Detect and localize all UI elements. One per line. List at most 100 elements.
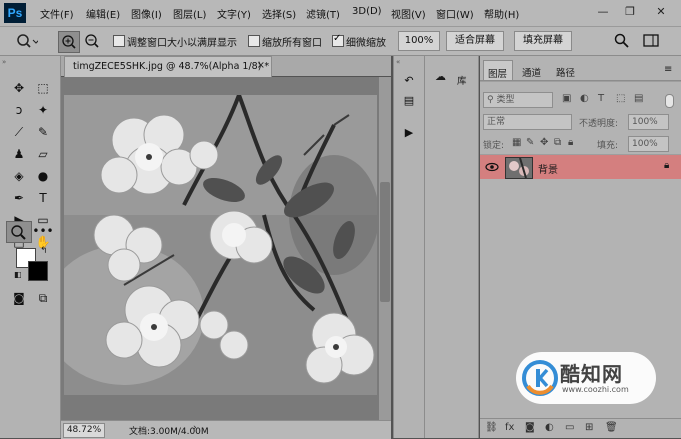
filter-adjustment-icon[interactable]: ◐ bbox=[580, 93, 589, 104]
status-arrow-icon[interactable]: › bbox=[193, 423, 197, 433]
filter-pixel-icon[interactable]: ▣ bbox=[562, 93, 571, 104]
filter-type-icon[interactable]: T bbox=[598, 93, 604, 104]
brush-icon[interactable]: ✎ bbox=[32, 122, 54, 142]
scrubby-zoom-checkbox[interactable] bbox=[332, 33, 344, 47]
toolbox-collapse-icon[interactable]: » bbox=[2, 58, 6, 66]
zoom-tool-icon bbox=[11, 225, 26, 240]
menu-filter[interactable]: 滤镜(T) bbox=[306, 6, 340, 21]
menu-edit[interactable]: 编辑(E) bbox=[86, 6, 120, 21]
library-button[interactable]: ☁ 库 bbox=[429, 70, 475, 88]
magic-wand-icon[interactable]: ✦ bbox=[32, 100, 54, 120]
scrubby-zoom-label: 细微缩放 bbox=[346, 38, 386, 49]
vertical-scroll-thumb[interactable] bbox=[380, 182, 390, 302]
menu-window[interactable]: 窗口(W) bbox=[436, 6, 474, 21]
pen-tool-icon[interactable]: ✒ bbox=[8, 188, 30, 208]
status-bar: 48.72% 文档:3.00M/4.00M › bbox=[61, 420, 391, 439]
panel-menu-icon[interactable]: ≡ bbox=[664, 64, 672, 75]
minimize-button[interactable]: — bbox=[593, 3, 613, 21]
lock-pixels-icon[interactable]: ✎ bbox=[526, 137, 534, 148]
menu-image[interactable]: 图像(I) bbox=[131, 6, 162, 21]
lock-position-icon[interactable]: ✥ bbox=[540, 137, 548, 148]
lock-label: 锁定: bbox=[483, 141, 505, 151]
close-button[interactable]: ✕ bbox=[651, 3, 671, 21]
layer-lock-icon: 🔒︎ bbox=[664, 160, 670, 171]
zoom-out-button[interactable] bbox=[82, 31, 102, 51]
layer-thumbnail bbox=[505, 157, 533, 179]
delete-layer-icon[interactable]: 🗑︎ bbox=[605, 422, 618, 433]
blend-mode-select[interactable]: 正常 bbox=[483, 114, 572, 130]
paint-bucket-icon[interactable]: ◈ bbox=[8, 166, 30, 186]
document-tab[interactable]: timgZECE5SHK.jpg @ 48.7%(Alpha 1/8) * × bbox=[64, 56, 272, 77]
swap-colors-icon[interactable]: ↰ bbox=[40, 246, 48, 256]
menu-layer[interactable]: 图层(L) bbox=[173, 6, 206, 21]
zoom-tool-preset-icon[interactable] bbox=[16, 33, 38, 49]
actions-play-icon[interactable]: ▶ bbox=[400, 126, 418, 142]
fill-screen-button[interactable]: 填充屏幕 bbox=[514, 31, 572, 51]
eyedropper-icon[interactable]: ⟋ bbox=[8, 122, 30, 142]
eraser-icon[interactable]: ▱ bbox=[32, 144, 54, 164]
opacity-field[interactable]: 100% bbox=[628, 114, 669, 130]
lock-artboard-icon[interactable]: ⧉ bbox=[554, 137, 561, 148]
percent-100-button[interactable]: 100% bbox=[398, 31, 440, 51]
document-size: 文档:3.00M/4.00M bbox=[129, 427, 209, 437]
stamp-tool-icon[interactable]: ♟ bbox=[8, 144, 30, 164]
zoom-out-icon bbox=[85, 34, 99, 48]
fit-screen-button[interactable]: 适合屏幕 bbox=[446, 31, 504, 51]
fill-field[interactable]: 100% bbox=[628, 136, 669, 152]
link-layers-icon[interactable]: ⛓ bbox=[485, 422, 498, 433]
lock-all-icon[interactable]: 🔒︎ bbox=[568, 137, 573, 148]
canvas-image[interactable] bbox=[64, 95, 377, 395]
workspace-icon[interactable] bbox=[643, 33, 659, 49]
menu-3d[interactable]: 3D(D) bbox=[352, 6, 382, 17]
zoom-tool-button[interactable] bbox=[6, 221, 32, 243]
more-tools-icon[interactable]: ••• bbox=[32, 221, 54, 241]
watermark-url: www.coozhi.com bbox=[562, 385, 629, 394]
move-tool-icon[interactable]: ✥ bbox=[8, 78, 30, 98]
filter-toggle[interactable] bbox=[665, 94, 674, 108]
document-tab-title: timgZECE5SHK.jpg @ 48.7%(Alpha 1/8) * bbox=[73, 61, 270, 72]
layer-row[interactable]: 背景 🔒︎ bbox=[480, 155, 681, 179]
properties-panel-icon[interactable]: ▤ bbox=[400, 94, 418, 110]
tab-channels[interactable]: 通道 bbox=[522, 65, 541, 79]
minicol-collapse-icon[interactable]: « bbox=[396, 58, 400, 66]
add-mask-icon[interactable]: ◙ bbox=[525, 422, 535, 433]
layer-filter-placeholder: 类型 bbox=[496, 95, 515, 105]
tab-paths[interactable]: 路径 bbox=[556, 65, 575, 79]
watermark-title: 酷知网 bbox=[560, 362, 623, 386]
library-panel-column: ☁ 库 bbox=[425, 56, 479, 438]
restore-button[interactable]: ❐ bbox=[620, 3, 640, 21]
lock-transparent-icon[interactable]: ▦ bbox=[512, 137, 521, 148]
adjustment-layer-icon[interactable]: ◐ bbox=[545, 422, 554, 433]
type-tool-icon[interactable]: T bbox=[32, 188, 54, 208]
new-layer-icon[interactable]: ⊞ bbox=[585, 422, 593, 433]
eye-visibility-icon[interactable] bbox=[485, 161, 499, 173]
marquee-tool-icon[interactable]: ⬚ bbox=[32, 78, 54, 98]
zoom-all-windows-checkbox[interactable] bbox=[248, 35, 260, 47]
zoom-in-button[interactable] bbox=[58, 31, 80, 53]
menu-help[interactable]: 帮助(H) bbox=[484, 6, 519, 21]
filter-shape-icon[interactable]: ⬚ bbox=[616, 93, 625, 104]
menu-view[interactable]: 视图(V) bbox=[391, 6, 426, 21]
close-tab-icon[interactable]: × bbox=[257, 60, 265, 71]
cherry-blossom-photo bbox=[64, 95, 377, 395]
layer-filter-select[interactable]: ⚲ 类型 bbox=[483, 92, 553, 108]
new-group-icon[interactable]: ▭ bbox=[565, 422, 574, 433]
menu-file[interactable]: 文件(F) bbox=[40, 6, 74, 21]
background-color-swatch[interactable] bbox=[28, 261, 48, 281]
resize-windows-checkbox[interactable] bbox=[113, 35, 125, 47]
default-colors-icon[interactable]: ◧ bbox=[14, 270, 22, 279]
tab-layers[interactable]: 图层 bbox=[483, 60, 513, 81]
layer-style-icon[interactable]: fx bbox=[505, 422, 514, 433]
history-panel-icon[interactable]: ↶ bbox=[400, 74, 418, 90]
screen-mode-icon[interactable]: ⧉ bbox=[32, 288, 54, 308]
lasso-tool-icon[interactable]: ↄ bbox=[8, 100, 30, 120]
filter-smart-object-icon[interactable]: ▤ bbox=[634, 93, 643, 104]
menu-select[interactable]: 选择(S) bbox=[262, 6, 296, 21]
layer-thumbnail-image bbox=[506, 157, 532, 179]
panel-tab-divider bbox=[480, 80, 681, 82]
menu-type[interactable]: 文字(Y) bbox=[217, 6, 251, 21]
zoom-level-field[interactable]: 48.72% bbox=[63, 423, 105, 438]
search-icon[interactable] bbox=[614, 33, 630, 49]
quick-mask-icon[interactable]: ◙ bbox=[8, 288, 30, 308]
dodge-tool-icon[interactable]: ● bbox=[32, 166, 54, 186]
